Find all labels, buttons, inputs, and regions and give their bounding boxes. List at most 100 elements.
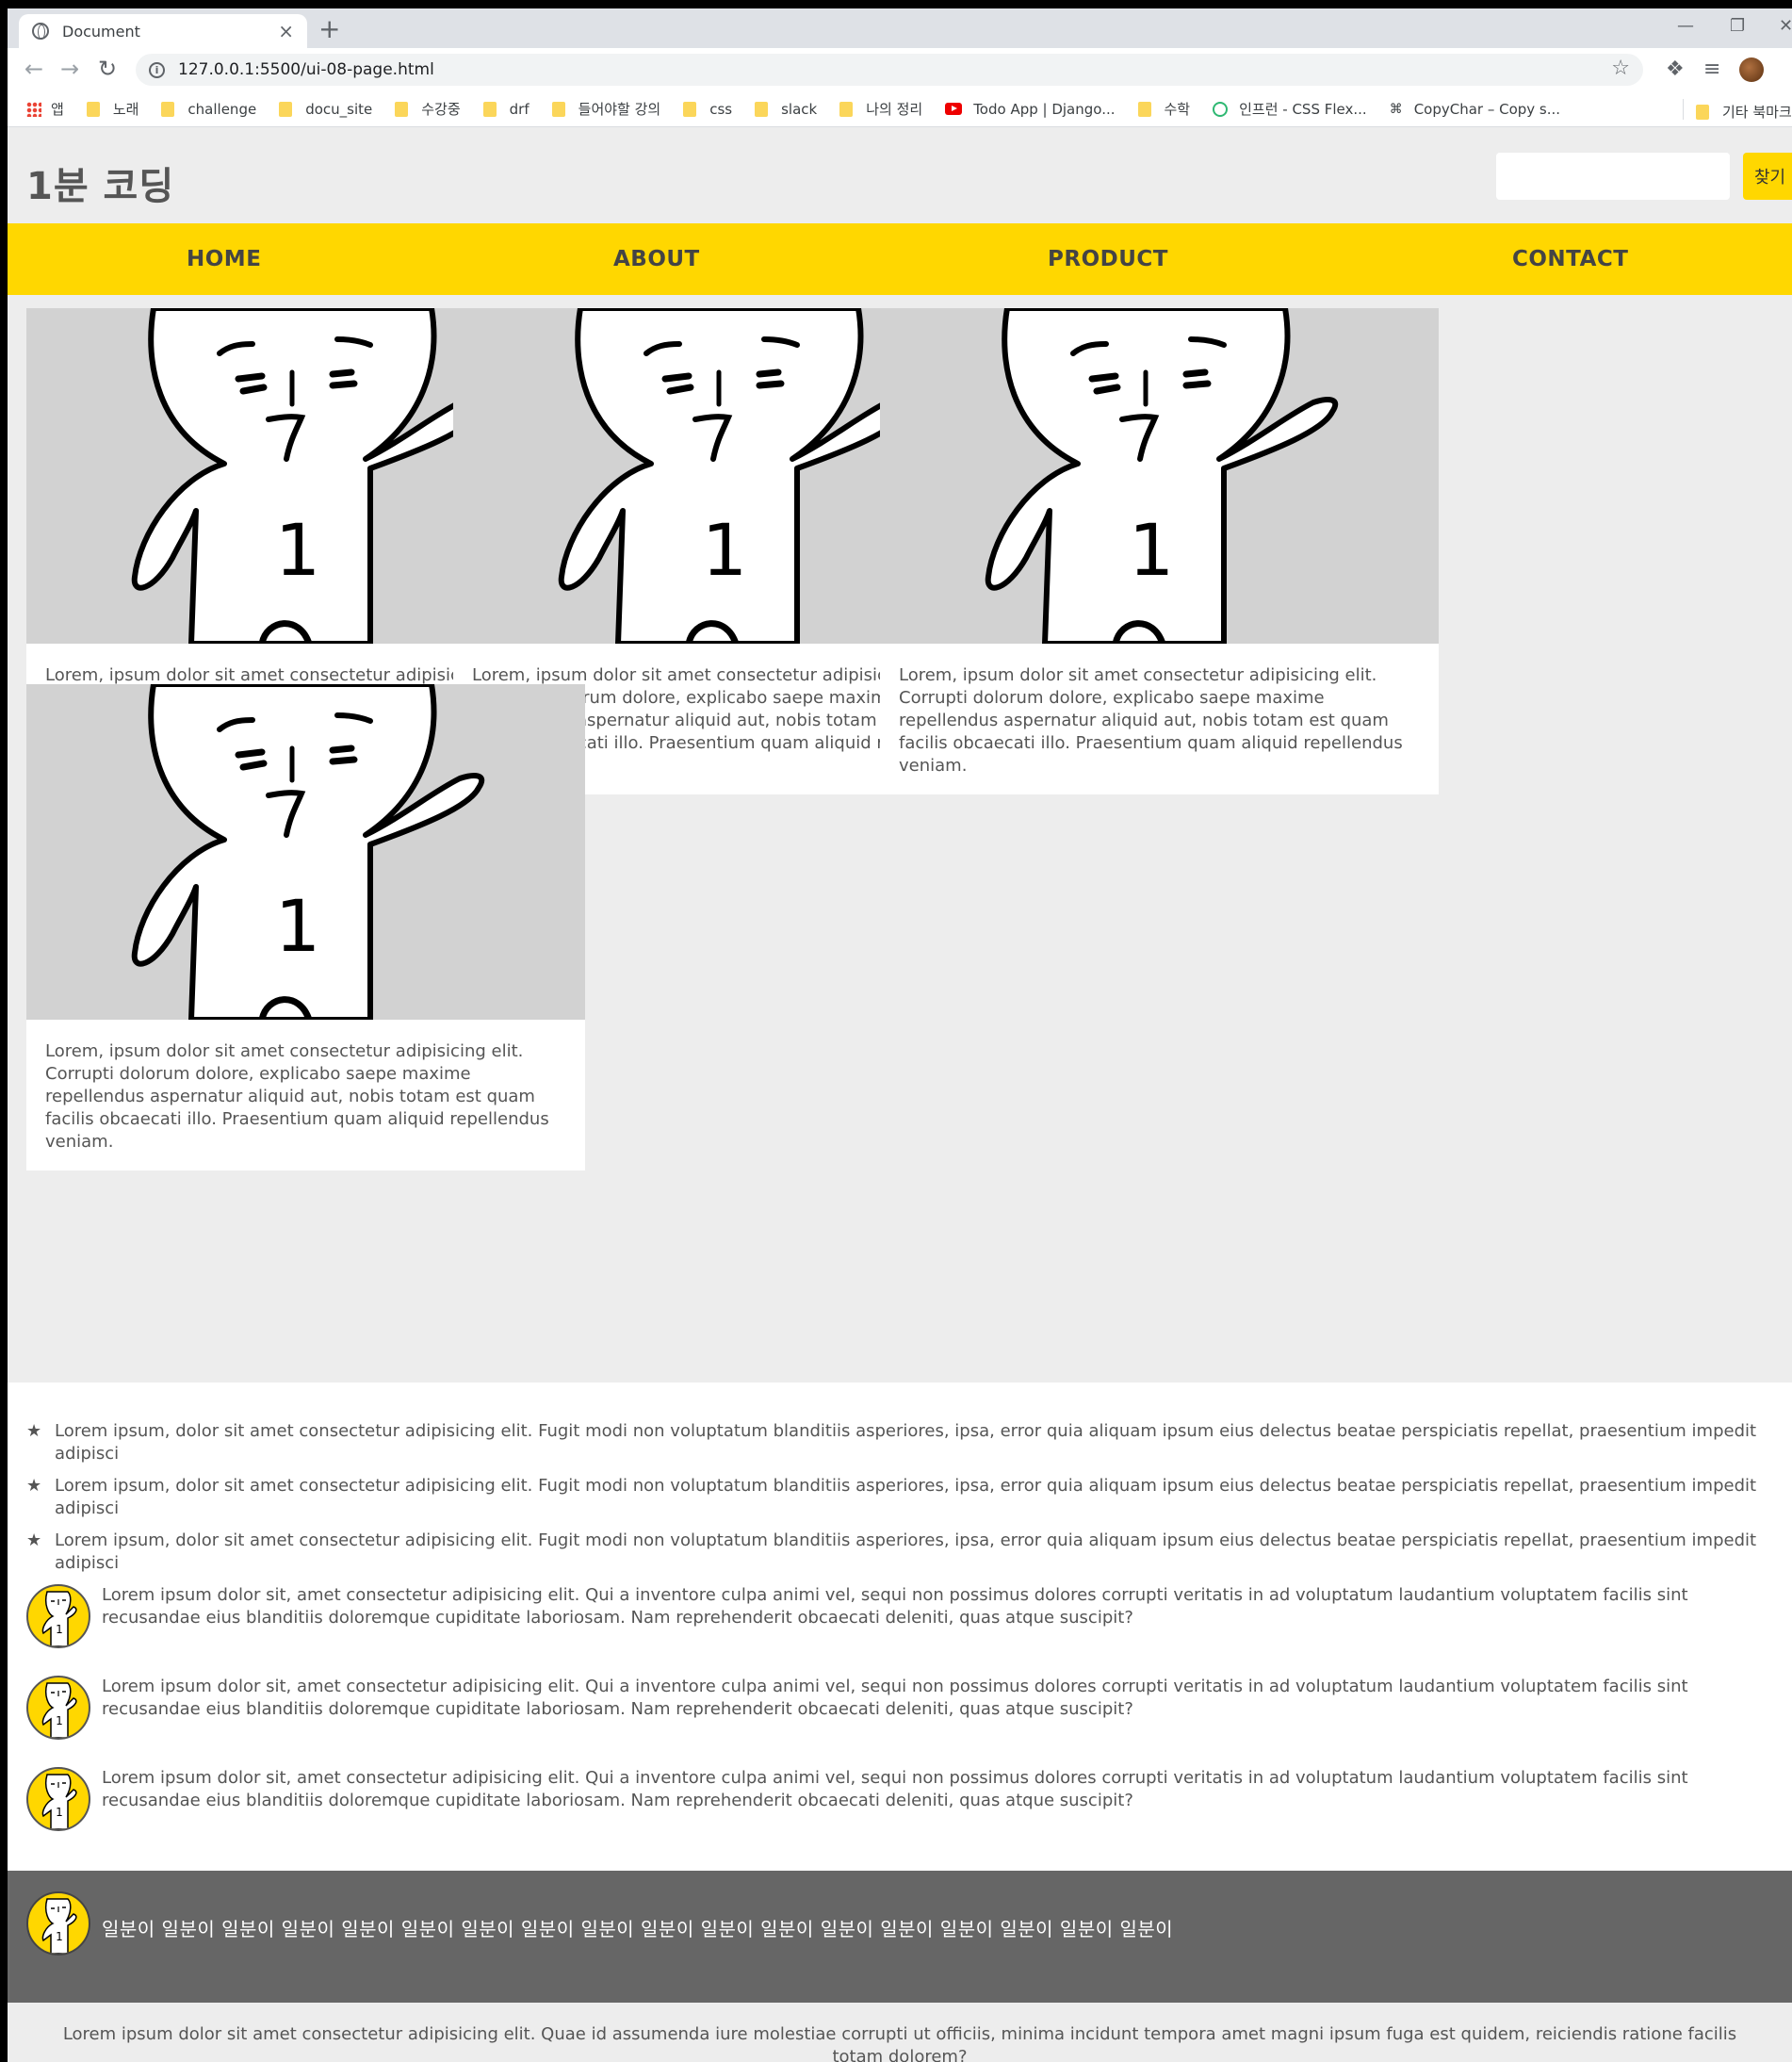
search-button[interactable]: 찾기 bbox=[1743, 153, 1792, 200]
folder-icon bbox=[482, 101, 497, 117]
character-face: 1 bbox=[41, 1898, 77, 1954]
tab-close-icon[interactable]: × bbox=[278, 20, 294, 42]
product-card[interactable]: 1 Lorem, ipsum dolor sit amet consectetu… bbox=[880, 308, 1439, 794]
restore-icon[interactable]: ❐ bbox=[1730, 16, 1745, 36]
apps-icon bbox=[26, 101, 41, 117]
site-logo[interactable]: 1분 코딩 bbox=[26, 155, 174, 210]
bookmark-item[interactable]: docu_site bbox=[279, 101, 372, 118]
browser-tab[interactable]: Document × bbox=[19, 14, 307, 48]
window-close-icon[interactable]: ✕ bbox=[1779, 16, 1792, 36]
new-tab-button[interactable]: + bbox=[318, 16, 340, 42]
folder-icon bbox=[839, 101, 854, 117]
url-field[interactable]: i 127.0.0.1:5500/ui-08-page.html ☆ bbox=[136, 54, 1643, 86]
bookmark-label: challenge bbox=[187, 100, 257, 118]
bookmark-item[interactable]: slack bbox=[755, 101, 817, 118]
bookmark-star-icon[interactable]: ☆ bbox=[1611, 57, 1630, 80]
svg-text:1: 1 bbox=[56, 1623, 63, 1636]
bookmark-label: 수강중 bbox=[421, 101, 461, 118]
avatar-list-text: Lorem ipsum dolor sit, amet consectetur … bbox=[102, 1585, 1688, 1628]
character-illustration: 1 bbox=[985, 308, 1339, 644]
bookmark-item[interactable]: 수학 bbox=[1137, 99, 1191, 119]
card-text: Lorem, ipsum dolor sit amet consectetur … bbox=[899, 665, 1403, 776]
bookmark-item[interactable]: 앱 bbox=[26, 99, 64, 119]
bookmark-label: 수학 bbox=[1164, 101, 1191, 118]
bookmark-item[interactable]: 나의 정리 bbox=[839, 99, 922, 119]
site-footer: 1 일분이 일분이 일분이 일분이 일분이 일분이 일분이 일분이 일분이 일분… bbox=[8, 1871, 1792, 2003]
other-bookmarks[interactable]: 기타 북마크 bbox=[1696, 102, 1792, 122]
search-input[interactable] bbox=[1496, 153, 1730, 200]
folder-icon bbox=[161, 101, 175, 117]
bookmark-label: 들어야할 강의 bbox=[578, 101, 661, 118]
list-section: ★ Lorem ipsum, dolor sit amet consectetu… bbox=[8, 1383, 1792, 1871]
svg-text:1: 1 bbox=[56, 1930, 63, 1943]
extensions-icon[interactable]: ❖ bbox=[1666, 57, 1685, 82]
star-list-item: ★ Lorem ipsum, dolor sit amet consectetu… bbox=[26, 1475, 1779, 1520]
bookmark-label: 앱 bbox=[51, 101, 64, 118]
character-illustration: 1 bbox=[131, 684, 485, 1020]
reload-icon[interactable]: ↻ bbox=[98, 57, 117, 81]
site-header: 1분 코딩 찾기 bbox=[8, 127, 1792, 223]
folder-icon bbox=[395, 101, 409, 117]
nav-product[interactable]: PRODUCT bbox=[1048, 223, 1168, 295]
folder-icon bbox=[86, 101, 100, 117]
product-card[interactable]: 1 Lorem, ipsum dolor sit amet consectetu… bbox=[26, 684, 585, 1170]
nav-about[interactable]: ABOUT bbox=[613, 223, 700, 295]
folder-icon bbox=[755, 101, 769, 117]
star-list-text: Lorem ipsum, dolor sit amet consectetur … bbox=[55, 1530, 1757, 1573]
bookmark-label: drf bbox=[509, 100, 529, 118]
bookmark-item[interactable]: ⌘ CopyChar – Copy s... bbox=[1390, 101, 1560, 118]
bookmark-item[interactable]: 노래 bbox=[86, 99, 139, 119]
bookmark-item[interactable]: challenge bbox=[161, 101, 256, 118]
folder-icon bbox=[279, 101, 293, 117]
forward-icon[interactable]: → bbox=[60, 57, 79, 81]
site-info-icon[interactable]: i bbox=[149, 61, 165, 78]
globe-icon bbox=[32, 23, 49, 40]
card-image: 1 bbox=[26, 684, 585, 1020]
folder-icon bbox=[683, 101, 697, 117]
avatar-list-item: 1 Lorem ipsum dolor sit, amet consectetu… bbox=[26, 1676, 1732, 1740]
character-avatar: 1 bbox=[26, 1676, 90, 1740]
card-grid: 1 Lorem, ipsum dolor sit amet consectetu… bbox=[8, 295, 1792, 1384]
folder-icon bbox=[551, 101, 565, 117]
url-text: 127.0.0.1:5500/ui-08-page.html bbox=[178, 60, 434, 79]
bookmark-item[interactable]: 들어야할 강의 bbox=[551, 99, 661, 119]
bookmark-item[interactable]: css bbox=[683, 101, 732, 118]
character-avatar: 1 bbox=[26, 1584, 90, 1648]
avatar-list-text: Lorem ipsum dolor sit, amet consectetur … bbox=[102, 1677, 1688, 1719]
svg-text:1: 1 bbox=[56, 1806, 63, 1819]
back-icon[interactable]: ← bbox=[24, 57, 43, 81]
star-list-item: ★ Lorem ipsum, dolor sit amet consectetu… bbox=[26, 1420, 1779, 1465]
footer-text: 일분이 일분이 일분이 일분이 일분이 일분이 일분이 일분이 일분이 일분이 … bbox=[102, 1918, 1174, 1940]
tab-bar: Document × + — ❐ ✕ bbox=[8, 8, 1792, 48]
other-bookmarks-label: 기타 북마크 bbox=[1722, 104, 1792, 121]
svg-text:1: 1 bbox=[1129, 508, 1174, 592]
bookmark-label: CopyChar – Copy s... bbox=[1413, 100, 1561, 118]
card-image: 1 bbox=[880, 308, 1439, 644]
bookmark-item[interactable]: drf bbox=[482, 100, 529, 118]
bookmark-item[interactable]: Todo App | Django... bbox=[945, 101, 1116, 118]
star-icon: ★ bbox=[26, 1421, 42, 1441]
profile-avatar[interactable] bbox=[1739, 57, 1764, 82]
nav-contact[interactable]: CONTACT bbox=[1512, 223, 1628, 295]
folder-icon bbox=[1696, 104, 1709, 120]
minimize-icon[interactable]: — bbox=[1677, 16, 1694, 36]
media-control-icon[interactable]: ≡ bbox=[1703, 57, 1720, 82]
character-face: 1 bbox=[41, 1682, 77, 1738]
bookmark-item[interactable]: 인프런 - CSS Flex... bbox=[1213, 99, 1367, 119]
page-content: 1분 코딩 찾기 HOME ABOUT PRODUCT CONTACT 1 Lo… bbox=[8, 127, 1792, 1384]
character-face: 1 bbox=[41, 1591, 77, 1646]
bookmarks-separator bbox=[1683, 99, 1684, 120]
nav-home[interactable]: HOME bbox=[187, 223, 261, 295]
star-list-text: Lorem ipsum, dolor sit amet consectetur … bbox=[55, 1421, 1757, 1464]
youtube-icon bbox=[945, 103, 963, 115]
bookmark-label: 노래 bbox=[112, 101, 139, 118]
main-nav: HOME ABOUT PRODUCT CONTACT bbox=[8, 223, 1792, 295]
bookmark-item[interactable]: 수강중 bbox=[395, 99, 461, 119]
address-bar: ← → ↻ i 127.0.0.1:5500/ui-08-page.html ☆… bbox=[8, 48, 1792, 91]
character-avatar: 1 bbox=[26, 1891, 90, 1956]
copychar-icon: ⌘ bbox=[1389, 101, 1403, 117]
svg-text:1: 1 bbox=[275, 508, 320, 592]
bookmark-label: css bbox=[709, 100, 733, 118]
svg-text:1: 1 bbox=[275, 884, 320, 968]
character-avatar: 1 bbox=[26, 1767, 90, 1831]
